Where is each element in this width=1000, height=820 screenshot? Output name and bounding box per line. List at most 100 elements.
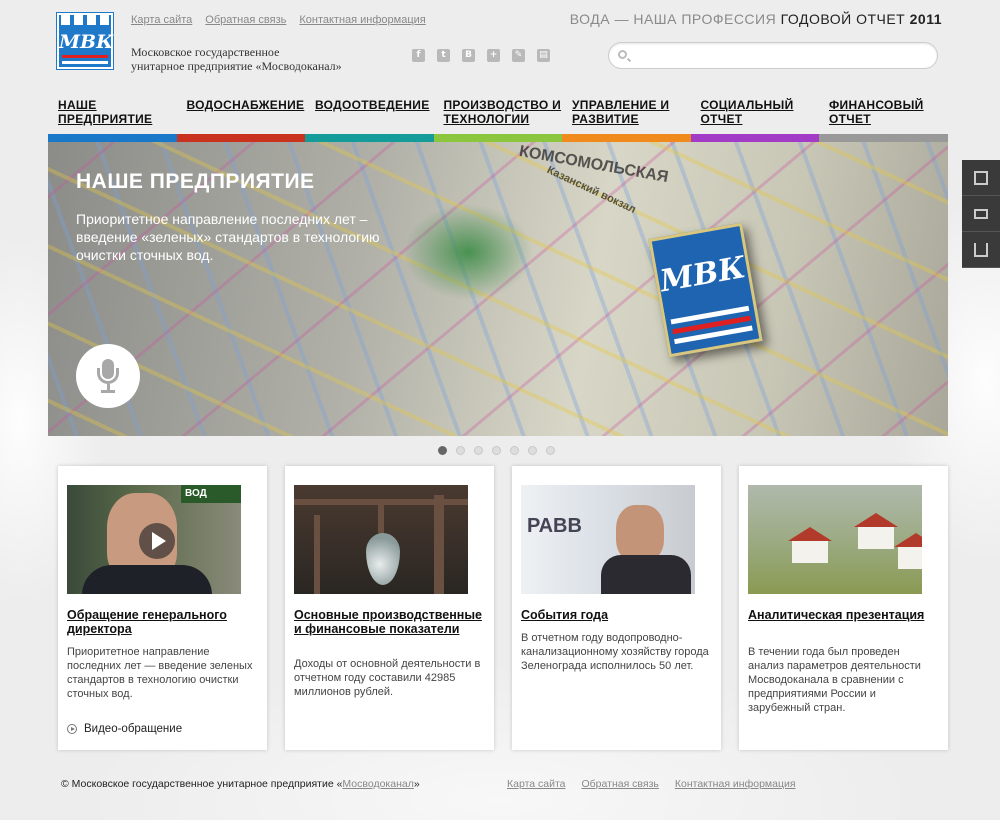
logo-crown <box>59 15 111 31</box>
video-link[interactable]: Видео-обращение <box>67 723 182 735</box>
slider-dot[interactable] <box>438 446 447 455</box>
org-name: Московское государственное унитарное пре… <box>131 45 381 73</box>
slider-dot[interactable] <box>456 446 465 455</box>
slider-dot[interactable] <box>510 446 519 455</box>
notepad-icon <box>974 171 988 185</box>
slider-dot[interactable] <box>474 446 483 455</box>
headline-year: 2011 <box>909 11 942 27</box>
notepad-button[interactable] <box>962 160 1000 196</box>
mail-icon <box>974 209 988 219</box>
card-events[interactable]: РАВВ События года В отчетном году водопр… <box>512 466 721 750</box>
main-nav: НАШЕ ПРЕДПРИЯТИЕ ВОДОСНАБЖЕНИЕ ВОДООТВЕД… <box>48 96 948 142</box>
search-box[interactable] <box>608 42 938 69</box>
video-link-label: Видео-обращение <box>84 723 183 735</box>
logo-wave <box>62 61 108 64</box>
footer-contacts-link[interactable]: Контактная информация <box>675 778 796 790</box>
nav-color-bar <box>48 134 177 142</box>
photo-sign: ВОД <box>181 485 241 503</box>
org-name-line: Московское государственное <box>131 45 280 59</box>
nav-color-bar <box>690 134 819 142</box>
nav-color-bar <box>562 134 691 142</box>
speaker-photo[interactable]: РАВВ <box>521 485 695 594</box>
nav-label: НАШЕ ПРЕДПРИЯТИЕ <box>58 98 153 126</box>
copyright-prefix: © Московское государственное унитарное п… <box>61 778 343 790</box>
nav-color-bar <box>433 134 562 142</box>
card-description: В отчетном году водопроводно-канализацио… <box>521 632 709 672</box>
logo[interactable]: МВК <box>57 13 113 69</box>
nav-label: ФИНАНСОВЫЙ ОТЧЕТ <box>829 98 924 126</box>
mail-button[interactable] <box>962 196 1000 232</box>
print-icon[interactable]: ▤ <box>537 49 550 62</box>
hero-slider[interactable]: КОМСОМОЛЬСКАЯ Казанский вокзал МВК НАШЕ … <box>48 142 948 436</box>
contacts-link[interactable]: Контактная информация <box>299 14 425 26</box>
logo-wave <box>62 55 108 58</box>
nav-label: СОЦИАЛЬНЫЙ ОТЧЕТ <box>700 98 794 126</box>
top-links: Карта сайта Обратная связь Контактная ин… <box>131 14 426 26</box>
search-icon[interactable] <box>618 50 627 59</box>
nav-label: УПРАВЛЕНИЕ И РАЗВИТИЕ <box>572 98 670 126</box>
director-photo[interactable]: ВОД <box>67 485 241 594</box>
nav-label: ПРОИЗВОДСТВО И ТЕХНОЛОГИИ <box>443 98 562 126</box>
livejournal-icon[interactable]: ✎ <box>512 49 525 62</box>
card-description: Приоритетное направление последних лет —… <box>67 646 253 700</box>
headline-slogan: ВОДА — НАША ПРОФЕССИЯ <box>569 11 781 27</box>
social-icons: f t B + ✎ ▤ <box>412 49 550 62</box>
nav-item-production[interactable]: ПРОИЗВОДСТВО И ТЕХНОЛОГИИ <box>433 96 562 142</box>
nav-item-management[interactable]: УПРАВЛЕНИЕ И РАЗВИТИЕ <box>562 96 691 142</box>
download-button[interactable] <box>962 232 1000 268</box>
nav-color-bar <box>819 134 948 142</box>
nav-item-water-supply[interactable]: ВОДОСНАБЖЕНИЕ <box>176 96 305 142</box>
play-circle-icon <box>67 724 77 734</box>
search-input[interactable] <box>635 47 925 65</box>
nav-label: ВОДОСНАБЖЕНИЕ <box>186 98 305 112</box>
play-icon[interactable] <box>139 523 175 559</box>
card-title[interactable]: Основные производственные и финансовые п… <box>294 608 484 636</box>
houses-photo[interactable] <box>748 485 922 594</box>
card-analytics[interactable]: Аналитическая презентация В течении года… <box>739 466 948 750</box>
badge-text: МВК <box>657 250 749 300</box>
copyright: © Московское государственное унитарное п… <box>61 778 420 790</box>
card-title[interactable]: События года <box>521 608 711 622</box>
download-icon <box>974 243 988 257</box>
map-label: КОМСОМОЛЬСКАЯ <box>517 143 670 187</box>
feedback-link[interactable]: Обратная связь <box>205 14 286 26</box>
slider-dot[interactable] <box>546 446 555 455</box>
side-toolbar <box>962 160 1000 268</box>
facebook-icon[interactable]: f <box>412 49 425 62</box>
twitter-icon[interactable]: t <box>437 49 450 62</box>
nav-item-sewerage[interactable]: ВОДООТВЕДЕНИЕ <box>305 96 434 142</box>
mosvodokanal-link[interactable]: Мосводоканал <box>342 778 413 790</box>
vkontakte-icon[interactable]: B <box>462 49 475 62</box>
share-icon[interactable]: + <box>487 49 500 62</box>
nav-color-bar <box>305 134 434 142</box>
org-name-line: унитарное предприятие «Мосводоканал» <box>131 59 342 73</box>
card-description: Доходы от основной деятельности в отчетн… <box>294 658 481 698</box>
hero-title: НАШЕ ПРЕДПРИЯТИЕ <box>76 170 315 193</box>
card-description: В течении года был проведен анализ парам… <box>748 646 921 714</box>
sitemap-link[interactable]: Карта сайта <box>131 14 192 26</box>
mvk-badge-image: МВК <box>648 222 763 358</box>
slider-dot[interactable] <box>492 446 501 455</box>
logo-text: МВК <box>59 31 114 53</box>
nav-item-financial[interactable]: ФИНАНСОВЫЙ ОТЧЕТ <box>819 96 948 142</box>
card-key-indicators[interactable]: Основные производственные и финансовые п… <box>285 466 494 750</box>
card-title[interactable]: Обращение генерального директора <box>67 608 257 636</box>
footer-feedback-link[interactable]: Обратная связь <box>582 778 659 790</box>
photo-logo: РАВВ <box>527 515 582 537</box>
nav-color-bar <box>176 134 305 142</box>
water-drop-photo[interactable] <box>294 485 468 594</box>
card-director-address[interactable]: ВОД Обращение генерального директора При… <box>58 466 267 750</box>
nav-item-social[interactable]: СОЦИАЛЬНЫЙ ОТЧЕТ <box>690 96 819 142</box>
card-title[interactable]: Аналитическая презентация <box>748 608 938 622</box>
cards-row: ВОД Обращение генерального директора При… <box>58 466 948 750</box>
footer: © Московское государственное унитарное п… <box>61 778 961 790</box>
nav-label: ВОДООТВЕДЕНИЕ <box>315 98 430 112</box>
microphone-icon[interactable] <box>76 344 140 408</box>
nav-item-enterprise[interactable]: НАШЕ ПРЕДПРИЯТИЕ <box>48 96 177 142</box>
footer-sitemap-link[interactable]: Карта сайта <box>507 778 566 790</box>
slider-pagination <box>438 446 555 455</box>
footer-links: Карта сайта Обратная связь Контактная ин… <box>507 778 796 790</box>
slider-dot[interactable] <box>528 446 537 455</box>
copyright-suffix: » <box>413 778 420 790</box>
annual-report-headline: ВОДА — НАША ПРОФЕССИЯ ГОДОВОЙ ОТЧЕТ 2011 <box>570 11 942 27</box>
